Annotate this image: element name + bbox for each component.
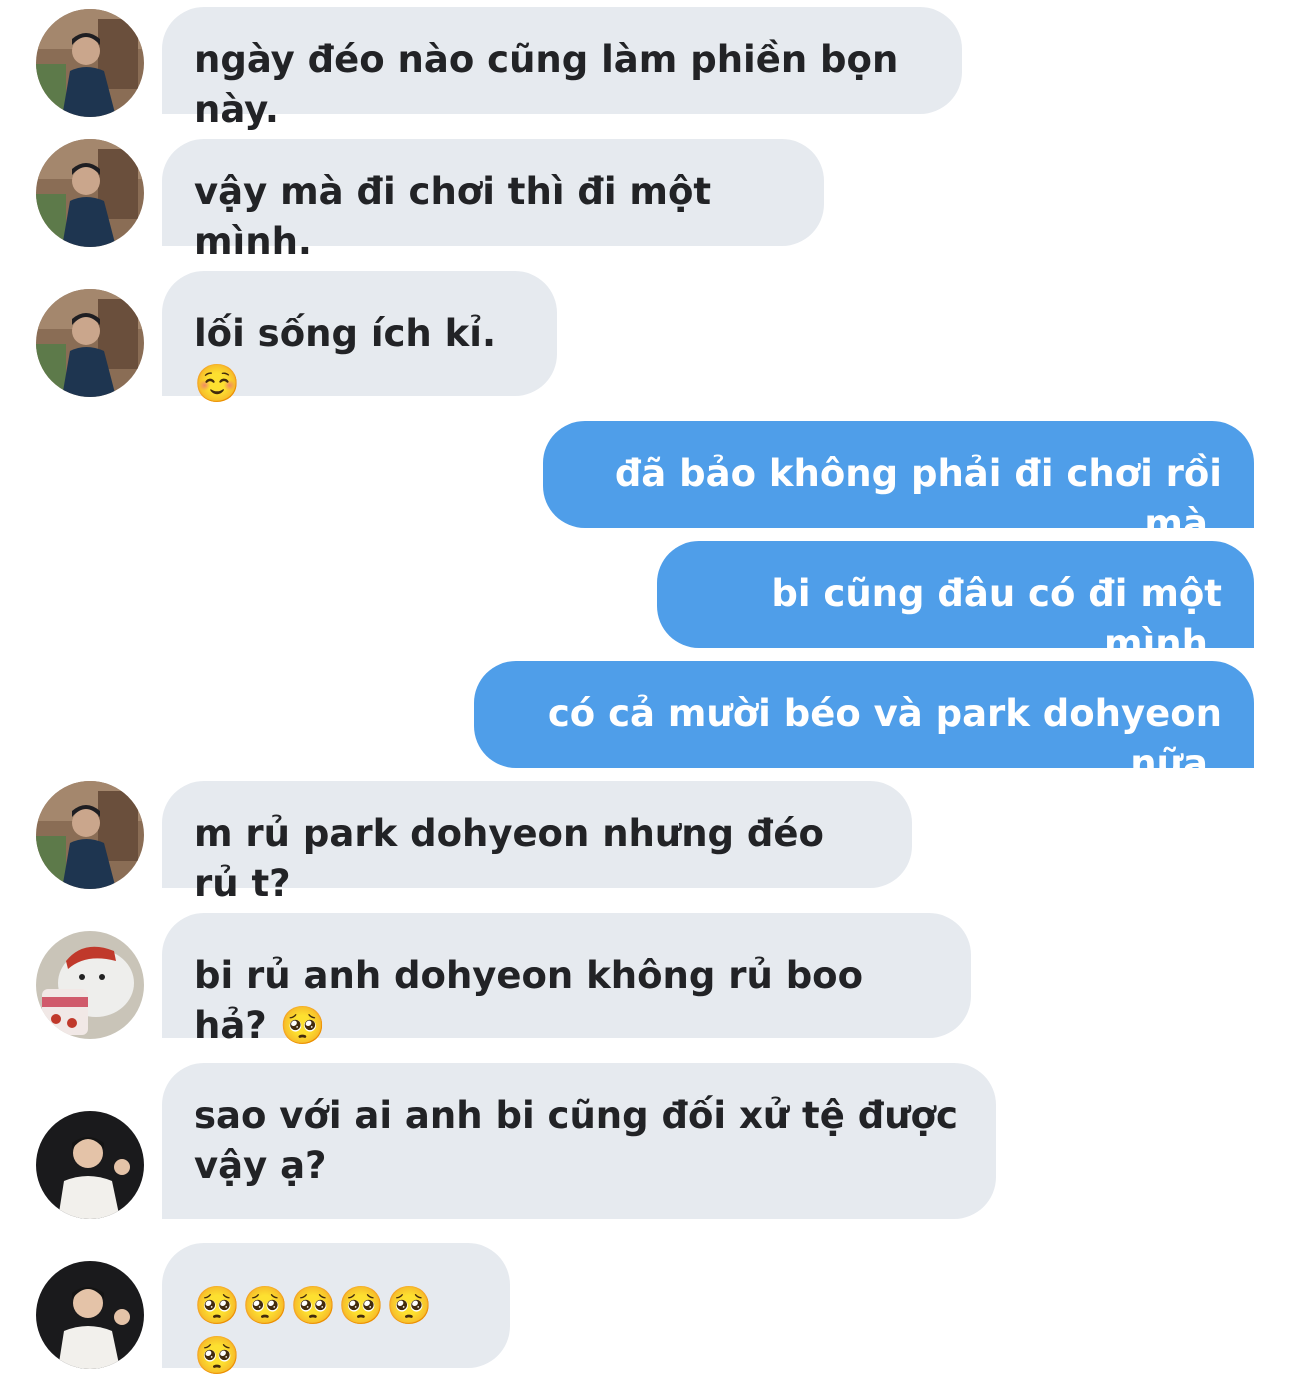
avatar-photo-icon [36,139,144,247]
avatar-photo-icon [36,1111,144,1219]
avatar-man-coat[interactable] [36,289,144,397]
incoming-message-bubble[interactable]: bi rủ anh dohyeon không rủ boo hả? 🥺 [162,913,971,1047]
avatar-man-waving[interactable] [36,1111,144,1219]
avatar-photo-icon [36,781,144,889]
bear-avatar-icon [36,931,144,1039]
avatar-man-coat[interactable] [36,781,144,889]
avatar-man-waving[interactable] [36,1261,144,1369]
outgoing-message-bubble[interactable]: bi cũng đâu có đi một mình. [657,541,1254,665]
incoming-message-bubble[interactable]: 🥺🥺🥺🥺🥺🥺 [162,1243,510,1377]
incoming-message-bubble[interactable]: vậy mà đi chơi thì đi một mình. [162,139,824,263]
avatar-man-coat[interactable] [36,139,144,247]
avatar-photo-icon [36,9,144,117]
incoming-message-bubble[interactable]: sao với ai anh bi cũng đối xử tệ được vậ… [162,1063,996,1219]
avatar-photo-icon [36,289,144,397]
incoming-message-bubble[interactable]: m rủ park dohyeon nhưng đéo rủ t? [162,781,912,905]
avatar-bear-illustration[interactable] [36,931,144,1039]
incoming-message-bubble[interactable]: ngày đéo nào cũng làm phiền bọn này. [162,7,962,131]
outgoing-message-bubble[interactable]: đã bảo không phải đi chơi rồi mà. [543,421,1254,545]
incoming-message-bubble[interactable]: lối sống ích kỉ. ☺️ [162,271,557,405]
avatar-photo-icon [36,1261,144,1369]
outgoing-message-bubble[interactable]: có cả mười béo và park dohyeon nữa. [474,661,1254,785]
avatar-man-coat[interactable] [36,9,144,117]
